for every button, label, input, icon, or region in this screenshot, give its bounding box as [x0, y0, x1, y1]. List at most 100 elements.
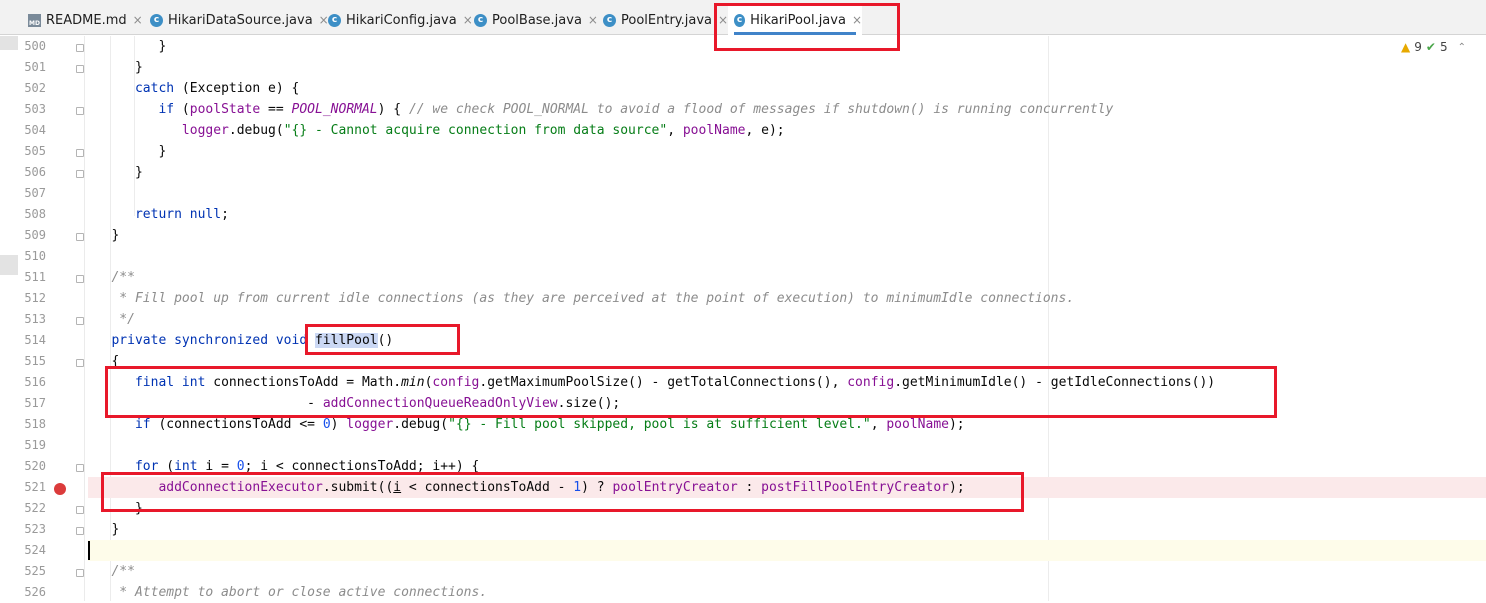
fold-marker-icon[interactable]: [76, 149, 84, 157]
text-caret: [88, 541, 90, 560]
weak-warning-count: 5: [1439, 40, 1448, 54]
gutter-separator: [84, 36, 85, 601]
line-number: 500: [24, 39, 46, 53]
code-line-521[interactable]: addConnectionExecutor.submit((i < connec…: [88, 477, 1486, 498]
code-line-503[interactable]: if (poolState == POOL_NORMAL) { // we ch…: [88, 99, 1486, 120]
code-line-523[interactable]: }: [88, 519, 1486, 540]
code-line-502[interactable]: catch (Exception e) {: [88, 78, 1486, 99]
fold-marker-icon[interactable]: [76, 44, 84, 52]
method-name-fillpool: fillPool: [314, 333, 378, 348]
code-line-525[interactable]: /**: [88, 561, 1486, 582]
code-line-522[interactable]: }: [88, 498, 1486, 519]
line-number: 518: [24, 417, 46, 431]
code-line-515[interactable]: {: [88, 351, 1486, 372]
line-number: 520: [24, 459, 46, 473]
tab-label: HikariConfig.java: [346, 12, 457, 28]
line-number: 515: [24, 354, 46, 368]
line-number: 501: [24, 60, 46, 74]
code-line-505[interactable]: }: [88, 141, 1486, 162]
inspection-widget[interactable]: ▲ 9 ✔ 5 ⌃: [1401, 40, 1466, 54]
code-line-500[interactable]: }: [88, 36, 1486, 57]
close-icon[interactable]: ×: [463, 13, 473, 27]
line-number: 524: [24, 543, 46, 557]
code-line-513[interactable]: */: [88, 309, 1486, 330]
code-editor[interactable]: } } catch (Exception e) { if (poolState …: [88, 36, 1486, 601]
code-line-519[interactable]: [88, 435, 1486, 456]
fold-marker-icon[interactable]: [76, 527, 84, 535]
line-number: 507: [24, 186, 46, 200]
breakpoint-icon[interactable]: [54, 483, 66, 495]
check-icon: ✔: [1425, 40, 1436, 54]
fold-marker-icon[interactable]: [76, 233, 84, 241]
tab-label: PoolBase.java: [492, 12, 582, 28]
line-number: 510: [24, 249, 46, 263]
java-class-icon: c: [474, 13, 487, 27]
markdown-file-icon: MD: [28, 13, 41, 27]
warning-count: 9: [1414, 40, 1422, 54]
line-number: 512: [24, 291, 46, 305]
code-line-508[interactable]: return null;: [88, 204, 1486, 225]
line-number: 502: [24, 81, 46, 95]
line-number: 514: [24, 333, 46, 347]
line-number: 505: [24, 144, 46, 158]
line-number: 511: [24, 270, 46, 284]
tab-label: HikariDataSource.java: [168, 12, 313, 28]
java-class-icon: c: [603, 13, 616, 27]
fold-marker-icon[interactable]: [76, 317, 84, 325]
code-line-516[interactable]: final int connectionsToAdd = Math.min(co…: [88, 372, 1486, 393]
line-number: 504: [24, 123, 46, 137]
fold-marker-icon[interactable]: [76, 65, 84, 73]
java-class-icon: c: [328, 13, 341, 27]
tab-label: PoolEntry.java: [621, 12, 712, 28]
tab-pool-entry[interactable]: c PoolEntry.java ×: [603, 5, 728, 35]
fold-marker-icon[interactable]: [76, 569, 84, 577]
fold-marker-icon[interactable]: [76, 107, 84, 115]
code-line-510[interactable]: [88, 246, 1486, 267]
code-line-504[interactable]: logger.debug("{} - Cannot acquire connec…: [88, 120, 1486, 141]
line-number: 525: [24, 564, 46, 578]
chevron-up-icon[interactable]: ⌃: [1458, 42, 1466, 53]
close-icon[interactable]: ×: [852, 13, 862, 27]
tab-hikari-datasource[interactable]: c HikariDataSource.java ×: [150, 5, 329, 35]
code-line-520[interactable]: for (int i = 0; i < connectionsToAdd; i+…: [88, 456, 1486, 477]
warning-icon: ▲: [1401, 40, 1411, 54]
code-line-511[interactable]: /**: [88, 267, 1486, 288]
tab-pool-base[interactable]: c PoolBase.java ×: [474, 5, 598, 35]
code-line-514[interactable]: private synchronized void fillPool(): [88, 330, 1486, 351]
line-number: 517: [24, 396, 46, 410]
fold-marker-icon[interactable]: [76, 275, 84, 283]
line-number: 516: [24, 375, 46, 389]
tab-label: README.md: [46, 12, 127, 28]
close-icon[interactable]: ×: [588, 13, 598, 27]
tab-hikari-pool[interactable]: c HikariPool.java ×: [728, 5, 862, 35]
fold-marker-icon[interactable]: [76, 506, 84, 514]
line-number: 522: [24, 501, 46, 515]
fold-marker-icon[interactable]: [76, 464, 84, 472]
tab-readme[interactable]: MD README.md ×: [28, 5, 143, 35]
line-number: 506: [24, 165, 46, 179]
code-line-526[interactable]: * Attempt to abort or close active conne…: [88, 582, 1486, 603]
code-line-501[interactable]: }: [88, 57, 1486, 78]
editor-tab-bar: MD README.md × c HikariDataSource.java ×…: [0, 5, 1486, 35]
java-class-icon: c: [734, 13, 746, 27]
code-line-518[interactable]: if (connectionsToAdd <= 0) logger.debug(…: [88, 414, 1486, 435]
gutter-change-marker: [0, 255, 18, 275]
code-line-509[interactable]: }: [88, 225, 1486, 246]
fold-marker-icon[interactable]: [76, 170, 84, 178]
code-line-507[interactable]: [88, 183, 1486, 204]
tab-label: HikariPool.java: [750, 12, 846, 28]
close-icon[interactable]: ×: [133, 13, 143, 27]
fold-marker-icon[interactable]: [76, 359, 84, 367]
line-number: 508: [24, 207, 46, 221]
code-line-517[interactable]: - addConnectionQueueReadOnlyView.size();: [88, 393, 1486, 414]
code-line-506[interactable]: }: [88, 162, 1486, 183]
gutter-change-marker: [0, 36, 18, 50]
line-number: 503: [24, 102, 46, 116]
code-line-512[interactable]: * Fill pool up from current idle connect…: [88, 288, 1486, 309]
close-icon[interactable]: ×: [718, 13, 728, 27]
line-number: 519: [24, 438, 46, 452]
line-number: 523: [24, 522, 46, 536]
line-number: 509: [24, 228, 46, 242]
code-line-524[interactable]: [88, 540, 1486, 561]
tab-hikari-config[interactable]: c HikariConfig.java ×: [328, 5, 473, 35]
